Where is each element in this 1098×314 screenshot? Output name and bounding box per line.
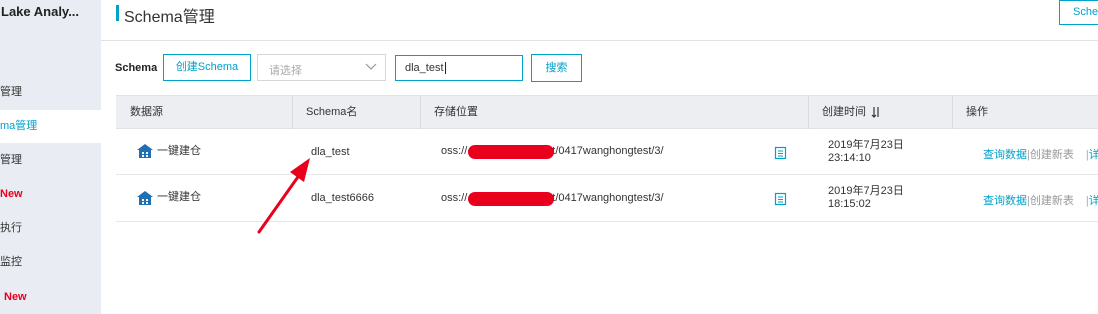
select-placeholder: 请选择 — [269, 65, 302, 77]
create-table-link[interactable]: 创建新表 — [1030, 149, 1074, 161]
col-divider — [292, 96, 293, 129]
created-date: 2019年7月23日 — [828, 139, 904, 151]
sidebar-item-new-1[interactable]: New — [0, 178, 101, 211]
title-accent-bar — [116, 5, 119, 21]
app-title: Lake Analy... — [1, 4, 80, 19]
col-divider — [420, 96, 421, 129]
chevron-down-icon — [365, 63, 377, 70]
created-date: 2019年7月23日 — [828, 185, 904, 197]
created-clock: 23:14:10 — [828, 152, 871, 164]
sidebar-item-schema-manage[interactable]: ma管理 — [0, 110, 101, 143]
col-header-created[interactable]: 创建时间 — [822, 96, 881, 129]
page-title: Schema管理 — [124, 9, 215, 26]
redaction-mark — [468, 145, 554, 159]
location-prefix: oss:// — [441, 145, 468, 157]
page-header: Schema管理 Sche — [101, 0, 1098, 41]
cell-source: 一键建仓 — [157, 191, 201, 203]
search-input[interactable]: dla_test — [395, 55, 523, 81]
sidebar-item-1[interactable]: 管理 — [0, 76, 101, 109]
cell-actions: 查询数据|创建新表 |详 — [983, 195, 1098, 207]
sidebar: Lake Analy... 管理 ma管理 管理 New 执行 监控 New — [0, 0, 101, 314]
sidebar-item-monitor[interactable]: 监控 — [0, 246, 101, 279]
col-header-created-label: 创建时间 — [822, 106, 866, 118]
created-clock: 18:15:02 — [828, 198, 871, 210]
sidebar-item-3[interactable]: 管理 — [0, 144, 101, 177]
table-header: 数据源 Schema名 存储位置 创建时间 操作 — [116, 95, 1098, 129]
warehouse-icon — [137, 144, 153, 158]
col-header-source: 数据源 — [130, 106, 163, 118]
cell-created-time: 2019年7月23日 23:14:10 — [828, 139, 904, 165]
cell-source: 一键建仓 — [157, 145, 201, 157]
col-header-actions: 操作 — [966, 106, 988, 118]
sort-icon[interactable] — [871, 106, 881, 118]
schema-filter-label: Schema — [115, 62, 158, 74]
redaction-mark — [468, 192, 554, 206]
location-suffix: t/0417wanghongtest/3/ — [552, 192, 664, 204]
col-divider — [952, 96, 953, 129]
text-caret — [444, 62, 446, 75]
warehouse-icon — [137, 191, 153, 205]
sidebar-item-execute[interactable]: 执行 — [0, 212, 101, 245]
cell-created-time: 2019年7月23日 18:15:02 — [828, 185, 904, 211]
schema-select[interactable]: 请选择 — [257, 54, 386, 81]
copy-icon[interactable] — [774, 192, 788, 206]
create-schema-button[interactable]: 创建Schema — [163, 54, 251, 81]
col-header-schema: Schema名 — [306, 106, 358, 118]
location-suffix: t/0417wanghongtest/3/ — [552, 145, 664, 157]
schema-top-button[interactable]: Sche — [1059, 0, 1098, 25]
sidebar-item-new-2[interactable]: New — [0, 281, 101, 314]
query-data-link[interactable]: 查询数据 — [983, 149, 1027, 161]
location-prefix: oss:// — [441, 192, 468, 204]
cell-actions: 查询数据|创建新表 |详 — [983, 149, 1098, 161]
annotation-arrow-icon — [257, 158, 310, 234]
col-divider — [808, 96, 809, 129]
query-data-link[interactable]: 查询数据 — [983, 195, 1027, 207]
details-link[interactable]: 详 — [1089, 195, 1098, 207]
create-table-link[interactable]: 创建新表 — [1030, 195, 1074, 207]
search-button[interactable]: 搜索 — [531, 54, 582, 82]
col-header-location: 存储位置 — [434, 106, 478, 118]
details-link[interactable]: 详 — [1089, 149, 1098, 161]
search-input-value: dla_test — [405, 62, 444, 74]
copy-icon[interactable] — [774, 146, 788, 160]
